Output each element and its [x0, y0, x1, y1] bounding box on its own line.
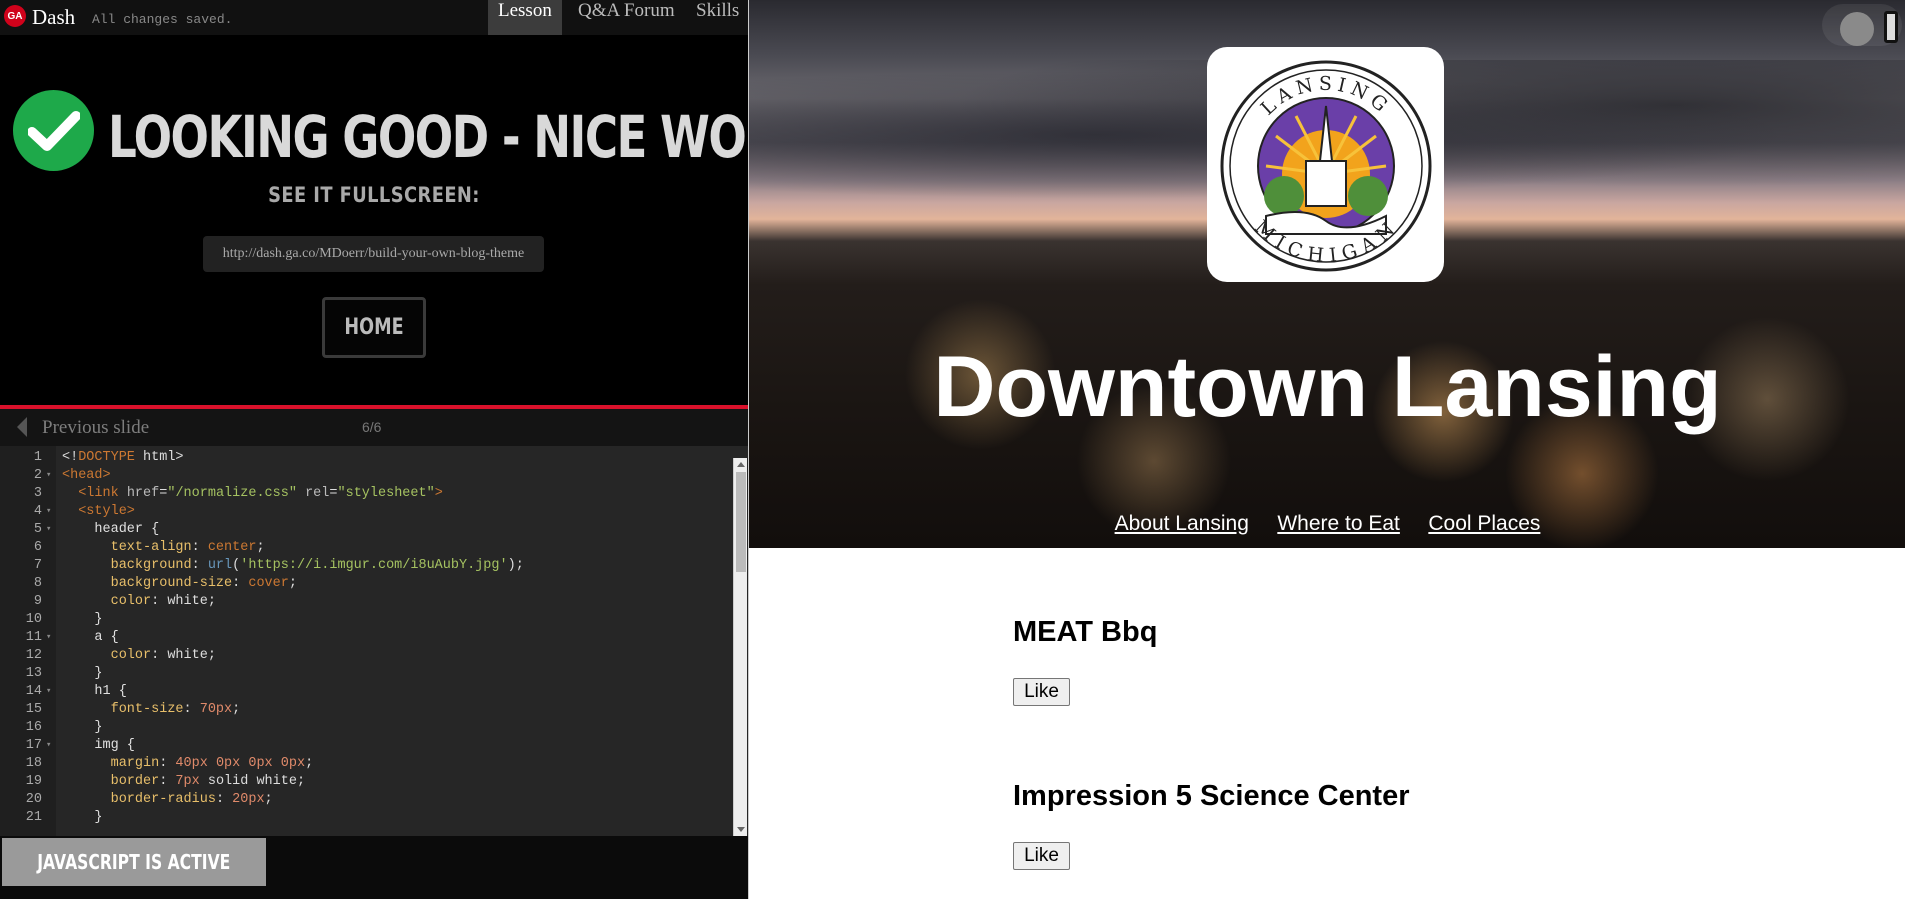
code-line: 11 ▾ a {: [25, 630, 119, 645]
top-bar: GA Dash All changes saved. Lesson Q&A Fo…: [0, 0, 748, 35]
site-nav: About Lansing Where to Eat Cool Places: [749, 512, 1905, 536]
lansing-seal-icon: LANSING MICHIGAN: [1220, 60, 1432, 272]
code-line: 19 border: 7px solid white;: [25, 774, 306, 789]
code-line: 9 color: white;: [33, 594, 216, 609]
code-line: 13 }: [25, 666, 103, 681]
code-line: 12 color: white;: [25, 648, 216, 663]
code-line: 21 }: [25, 810, 103, 825]
code-line: 5 ▾ header {: [33, 522, 160, 537]
js-status-bar: JAVASCRIPT IS ACTIVE: [0, 836, 748, 899]
javascript-active-button[interactable]: JAVASCRIPT IS ACTIVE: [2, 838, 266, 886]
home-button[interactable]: HOME: [322, 297, 426, 358]
scrollbar-thumb[interactable]: [736, 472, 746, 572]
app-title[interactable]: Dash: [32, 5, 75, 30]
code-editor[interactable]: 1 <!DOCTYPE html> 2 ▾ <head> 3 <link href="…: [0, 446, 748, 836]
editor-scrollbar[interactable]: [733, 458, 747, 836]
tab-skills[interactable]: Skills: [686, 0, 749, 35]
fullscreen-url-field[interactable]: http://dash.ga.co/MDoerr/build-your-own-…: [203, 236, 544, 272]
checkmark-icon: [13, 90, 94, 171]
code-line: 3 <link href="/normalize.css" rel="style…: [33, 486, 443, 501]
code-line: 16 }: [25, 720, 103, 735]
previous-slide-link[interactable]: Previous slide: [42, 417, 149, 439]
chevron-left-icon[interactable]: [17, 417, 27, 437]
code-line: 20 border-radius: 20px;: [25, 792, 273, 807]
phone-icon[interactable]: [1884, 11, 1898, 43]
slide-counter: 6/6: [362, 419, 382, 435]
code-line: 10 }: [25, 612, 103, 627]
code-line: 2 ▾ <head>: [33, 468, 111, 483]
tab-qa-forum[interactable]: Q&A Forum: [568, 0, 685, 35]
tab-lesson[interactable]: Lesson: [488, 0, 562, 35]
code-line: 6 text-align: center;: [33, 540, 265, 555]
site-title: Downtown Lansing: [933, 339, 1722, 435]
success-headline: LOOKING GOOD - NICE WORK!: [108, 103, 833, 171]
view-mode-toggles: [1822, 4, 1902, 46]
nav-where-to-eat[interactable]: Where to Eat: [1277, 512, 1400, 536]
place-title: Impression 5 Science Center: [1013, 780, 1410, 812]
dash-editor-panel: GA Dash All changes saved. Lesson Q&A Fo…: [0, 0, 833, 899]
desktop-view-toggle[interactable]: [1840, 12, 1874, 46]
save-status: All changes saved.: [92, 12, 233, 27]
fullscreen-label: SEE IT FULLSCREEN:: [268, 183, 480, 207]
code-line: 7 background: url('https://i.imgur.com/i…: [33, 558, 524, 573]
code-line: 8 background-size: cover;: [33, 576, 297, 591]
code-line: 18 margin: 40px 0px 0px 0px;: [25, 756, 314, 771]
ga-logo-icon[interactable]: GA: [4, 5, 26, 27]
code-line: 17 ▾ img {: [25, 738, 135, 753]
nav-about-lansing[interactable]: About Lansing: [1115, 512, 1249, 536]
like-button[interactable]: Like: [1013, 678, 1070, 706]
javascript-active-label: JAVASCRIPT IS ACTIVE: [37, 850, 231, 874]
scroll-up-icon[interactable]: [737, 462, 745, 467]
slide-navigation: Previous slide 6/6: [0, 409, 748, 446]
scroll-down-icon[interactable]: [737, 827, 745, 832]
code-line: 4 ▾ <style>: [33, 504, 135, 519]
city-seal-logo: LANSING MICHIGAN: [1207, 47, 1444, 282]
preview-panel: LANSING MICHIGAN Downtown Lansing About …: [748, 0, 1905, 899]
site-header: LANSING MICHIGAN Downtown Lansing About …: [749, 0, 1905, 548]
code-line: 15 font-size: 70px;: [25, 702, 241, 717]
home-button-label: HOME: [344, 315, 404, 340]
success-panel: LOOKING GOOD - NICE WORK! SEE IT FULLSCR…: [0, 35, 833, 405]
nav-cool-places[interactable]: Cool Places: [1428, 512, 1540, 536]
code-line: 14 ▾ h1 {: [25, 684, 127, 699]
like-button[interactable]: Like: [1013, 842, 1070, 870]
code-line: 1 <!DOCTYPE html>: [33, 450, 184, 465]
place-title: MEAT Bbq: [1013, 616, 1158, 648]
